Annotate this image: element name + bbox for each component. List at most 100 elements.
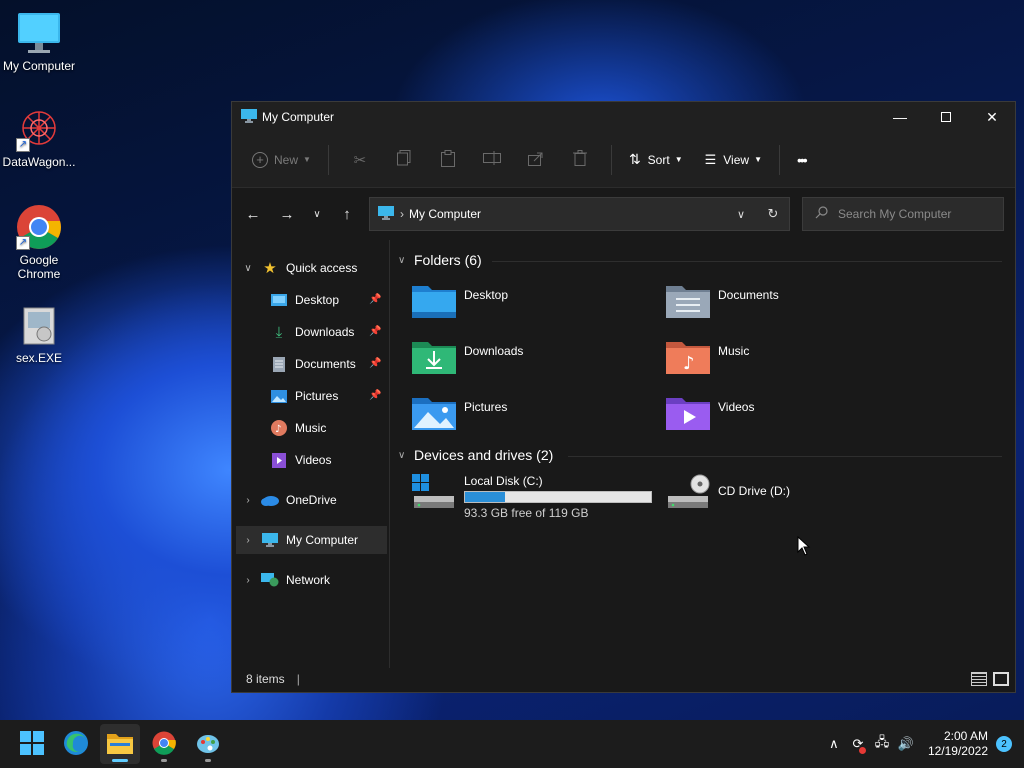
new-button[interactable]: + New ▼	[244, 144, 319, 176]
taskbar-paint[interactable]	[188, 724, 228, 764]
sidebar-item-label: Pictures	[295, 389, 339, 403]
svg-text:♪: ♪	[683, 353, 695, 374]
desktop-folder-icon	[412, 282, 456, 318]
start-button[interactable]	[12, 724, 52, 764]
copy-button[interactable]	[389, 144, 419, 176]
sidebar-item-my-computer[interactable]: › My Computer	[236, 526, 387, 554]
rename-button[interactable]	[477, 144, 507, 176]
desktop-icon-datawagon[interactable]: ↗ DataWagon...	[1, 106, 77, 169]
volume-button[interactable]: 🔊	[894, 736, 918, 752]
sidebar-item-label: Videos	[295, 453, 332, 467]
network-icon	[261, 571, 279, 589]
delete-button[interactable]	[565, 144, 595, 176]
back-button[interactable]: ←	[236, 199, 270, 229]
minimize-button[interactable]: —	[877, 102, 923, 132]
share-button[interactable]	[521, 144, 551, 176]
navigation-pane[interactable]: ∨ ★ Quick access Desktop ⤓ Downloads Doc…	[232, 240, 390, 668]
sidebar-item-label: My Computer	[286, 533, 359, 547]
toolbar-separator	[610, 144, 612, 175]
show-hidden-icons-button[interactable]: ∧	[822, 736, 846, 752]
search-box[interactable]	[802, 197, 1004, 231]
taskbar-file-explorer[interactable]	[100, 724, 140, 764]
desktop-icon-my-computer[interactable]: My Computer	[1, 10, 77, 73]
recent-locations-button[interactable]: ∨	[304, 199, 330, 229]
folders-group-header[interactable]: ∨ Folders (6)	[398, 252, 482, 268]
folder-tile-music[interactable]: ♪ Music	[666, 338, 749, 374]
address-dropdown-button[interactable]: ∨	[725, 198, 757, 230]
notification-badge[interactable]: 2	[996, 736, 1012, 752]
running-indicator	[205, 759, 211, 762]
sort-button[interactable]: ⇅ Sort ▼	[621, 144, 691, 176]
more-options-button[interactable]: •••	[789, 144, 814, 176]
speaker-icon: 🔊	[897, 736, 915, 751]
pictures-folder-icon	[412, 394, 456, 430]
chevron-down-icon[interactable]: ∨	[240, 263, 256, 274]
details-view-button[interactable]	[971, 672, 987, 686]
rename-icon	[482, 151, 501, 168]
monitor-icon	[241, 108, 257, 126]
address-row: ← → ∨ ↑ › My Computer ∨ ↻	[232, 188, 1015, 240]
group-title: Folders (6)	[414, 252, 482, 268]
folder-tile-videos[interactable]: Videos	[666, 394, 754, 430]
star-icon: ★	[263, 260, 277, 277]
video-icon	[270, 451, 288, 469]
chevron-down-icon: ∨	[736, 208, 746, 221]
folder-tile-desktop[interactable]: Desktop	[412, 282, 508, 318]
clipboard-icon	[440, 149, 455, 170]
forward-button[interactable]: →	[270, 199, 304, 229]
clock[interactable]: 2:00 AM 12/19/2022	[928, 729, 988, 759]
status-bar: 8 items |	[232, 666, 1015, 692]
folder-tile-downloads[interactable]: Downloads	[412, 338, 523, 374]
drives-group-header[interactable]: ∨ Devices and drives (2)	[398, 447, 553, 463]
desktop-icon-exe[interactable]: sex.EXE	[1, 302, 77, 365]
folder-tile-pictures[interactable]: Pictures	[412, 394, 507, 430]
pin-icon: 📌	[369, 358, 382, 369]
folder-tile-documents[interactable]: Documents	[666, 282, 779, 318]
folder-label: Documents	[718, 288, 779, 302]
sidebar-item-network[interactable]: › Network	[240, 566, 330, 594]
content-pane[interactable]: ∨ Folders (6) Desktop Documents Download…	[392, 240, 1015, 668]
document-icon	[270, 355, 288, 373]
taskbar: ∧ ⟳ 🖧 🔊 2:00 AM 12/19/2022 2	[0, 720, 1024, 768]
drive-tile-c[interactable]: Local Disk (C:) 93.3 GB free of 119 GB	[412, 474, 652, 520]
status-separator: |	[296, 672, 300, 686]
sync-status-button[interactable]: ⟳	[846, 736, 870, 754]
refresh-button[interactable]: ↻	[757, 198, 789, 230]
sidebar-item-videos[interactable]: Videos	[270, 446, 390, 474]
taskbar-edge[interactable]	[56, 724, 96, 764]
monitor-icon	[378, 205, 394, 223]
desktop-icon-chrome[interactable]: ↗ Google Chrome	[1, 204, 77, 281]
view-button[interactable]: ☰ View ▼	[697, 144, 770, 176]
address-bar[interactable]: › My Computer ∨ ↻	[369, 197, 790, 231]
up-button[interactable]: ↑	[330, 199, 364, 229]
sidebar-item-label: Documents	[295, 357, 356, 371]
title-bar[interactable]: My Computer — ✕	[232, 102, 1015, 132]
search-input[interactable]	[838, 207, 998, 221]
chevron-right-icon[interactable]: ›	[240, 575, 256, 586]
close-button[interactable]: ✕	[969, 102, 1015, 132]
network-status-button[interactable]: 🖧	[870, 733, 894, 755]
sidebar-item-music[interactable]: ♪ Music	[270, 414, 390, 442]
taskbar-chrome[interactable]	[144, 724, 184, 764]
chrome-icon	[152, 731, 176, 758]
folder-label: Downloads	[464, 344, 524, 358]
drive-tile-d[interactable]: CD Drive (D:)	[666, 474, 790, 510]
explorer-body: ∨ ★ Quick access Desktop ⤓ Downloads Doc…	[232, 240, 1015, 668]
breadcrumb[interactable]: My Computer	[409, 207, 481, 221]
chevron-right-icon: ›	[400, 207, 404, 221]
folder-label: Desktop	[464, 288, 509, 302]
cut-button[interactable]: ✂	[345, 144, 375, 176]
sidebar-item-label: Downloads	[295, 325, 355, 339]
chevron-right-icon[interactable]: ›	[240, 495, 256, 506]
large-icons-view-button[interactable]	[993, 672, 1009, 686]
maximize-button[interactable]	[923, 102, 969, 132]
datawagon-icon: ↗	[16, 106, 62, 152]
sidebar-item-quick-access[interactable]: ∨ ★ Quick access	[240, 254, 357, 282]
chevron-right-icon[interactable]: ›	[240, 535, 256, 546]
view-list-icon: ☰	[704, 151, 717, 167]
paste-button[interactable]	[433, 144, 463, 176]
sidebar-item-onedrive[interactable]: › OneDrive	[240, 486, 336, 514]
item-count: 8 items	[246, 672, 285, 686]
downloads-folder-icon	[412, 338, 456, 374]
view-label: View	[723, 152, 750, 167]
